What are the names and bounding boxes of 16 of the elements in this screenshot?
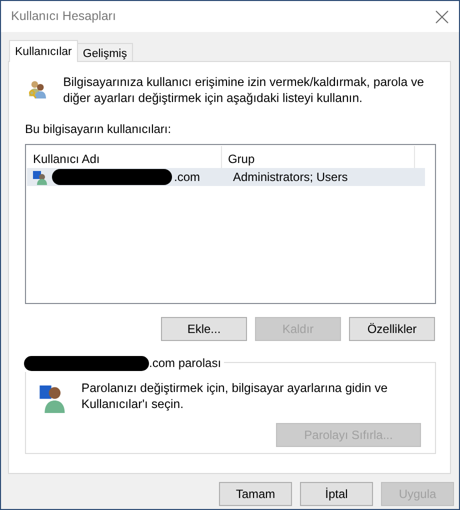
password-instruction-text: Parolanızı değiştirmek için, bilgisayar ayarlarına gidin ve Kullanıcılar'ı seçin. xyxy=(81,380,389,413)
user-monitor-icon xyxy=(32,169,48,185)
instruction-text: Bilgisayarınıza kullanıcı erişimine izin vermek/kaldırmak, parola ve diğer ayarları değiştirmek için aşağıdaki listeyi kullanın. xyxy=(63,74,425,106)
action-button[interactable]: Ekle... xyxy=(161,317,247,341)
user-group: Administrators; Users xyxy=(227,168,348,186)
group-title: .com parolası xyxy=(149,355,222,372)
dialog-button[interactable]: Tamam xyxy=(219,482,292,506)
tab[interactable]: Kullanıcılar xyxy=(9,40,78,62)
user-name: .com xyxy=(174,169,200,186)
close-icon[interactable] xyxy=(435,10,449,24)
tab[interactable]: Gelişmiş xyxy=(76,43,133,62)
action-button[interactable]: Özellikler xyxy=(349,317,435,341)
dialog-button[interactable]: İptal xyxy=(300,482,373,506)
users-list-label: Bu bilgisayarın kullanıcıları: xyxy=(25,121,172,138)
user-row[interactable]: .com Administrators; Users xyxy=(27,168,425,186)
window-title: Kullanıcı Hesapları xyxy=(11,8,116,26)
